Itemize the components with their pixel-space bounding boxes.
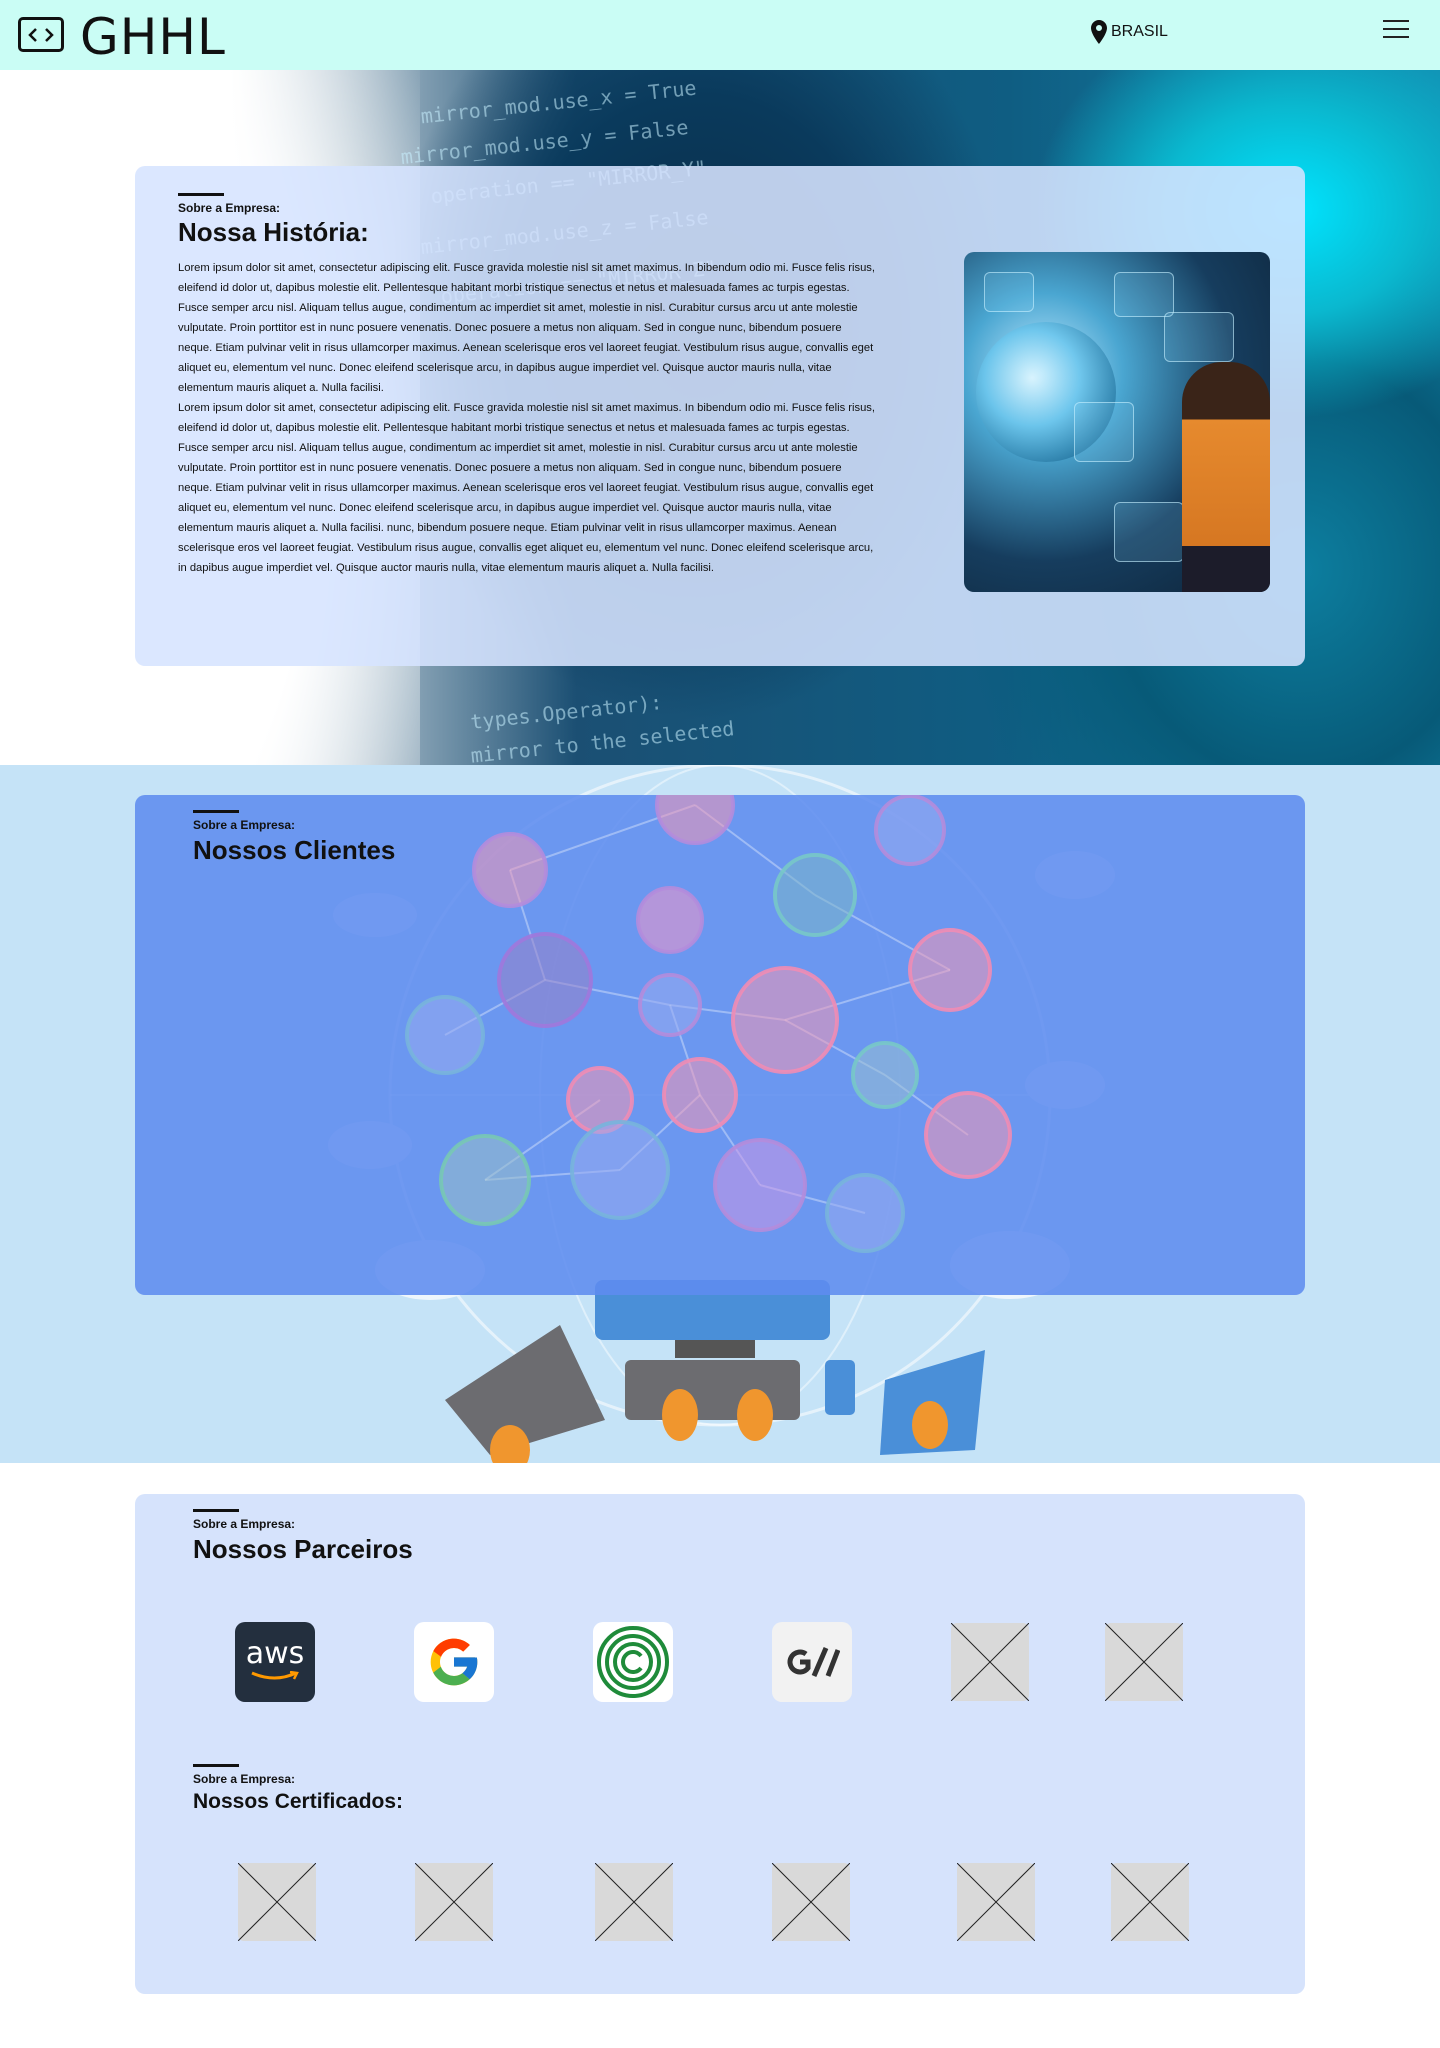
eyebrow-divider — [193, 1509, 239, 1512]
certificates-eyebrow: Sobre a Empresa: — [193, 1772, 296, 1786]
placeholder-image — [957, 1863, 1035, 1941]
history-eyebrow: Sobre a Empresa: — [178, 201, 281, 215]
eyebrow-divider — [193, 1764, 239, 1767]
placeholder-image — [595, 1863, 673, 1941]
g2-logo[interactable] — [772, 1622, 852, 1702]
copyright-logo[interactable] — [593, 1622, 673, 1702]
partners-title: Nossos Parceiros — [193, 1534, 413, 1564]
placeholder-image — [772, 1863, 850, 1941]
site-header: GHHL BRASIL — [0, 0, 1440, 70]
history-card: Sobre a Empresa: Nossa História: Lorem i… — [135, 166, 1305, 666]
partners-card: Sobre a Empresa: Nossos Parceiros aws So… — [135, 1494, 1305, 1994]
placeholder-image — [415, 1863, 493, 1941]
history-text: Lorem ipsum dolor sit amet, consectetur … — [178, 258, 878, 578]
clients-card: Sobre a Empresa: Nossos Clientes — [135, 795, 1305, 1295]
hamburger-menu-icon[interactable] — [1383, 20, 1409, 40]
location-selector[interactable]: BRASIL — [1091, 20, 1168, 44]
partners-eyebrow: Sobre a Empresa: — [193, 1517, 296, 1531]
history-image — [964, 252, 1270, 592]
history-paragraph: Lorem ipsum dolor sit amet, consectetur … — [178, 402, 876, 574]
placeholder-image — [1111, 1863, 1189, 1941]
code-brackets-icon[interactable] — [18, 17, 64, 52]
history-paragraph: Lorem ipsum dolor sit amet, consectetur … — [178, 262, 876, 394]
eyebrow-divider — [178, 193, 224, 196]
history-title: Nossa História: — [178, 217, 369, 247]
clients-network-illustration — [405, 795, 1012, 1253]
map-pin-icon — [1091, 20, 1107, 44]
brand-logo[interactable]: GHHL — [80, 8, 226, 66]
location-label: BRASIL — [1111, 23, 1168, 40]
placeholder-image — [1105, 1623, 1183, 1701]
placeholder-image — [951, 1623, 1029, 1701]
placeholder-image — [238, 1863, 316, 1941]
google-logo[interactable] — [414, 1622, 494, 1702]
certificates-title: Nossos Certificados: — [193, 1790, 404, 1813]
aws-logo-text: aws — [245, 1636, 305, 1671]
aws-logo[interactable]: aws — [235, 1622, 315, 1702]
